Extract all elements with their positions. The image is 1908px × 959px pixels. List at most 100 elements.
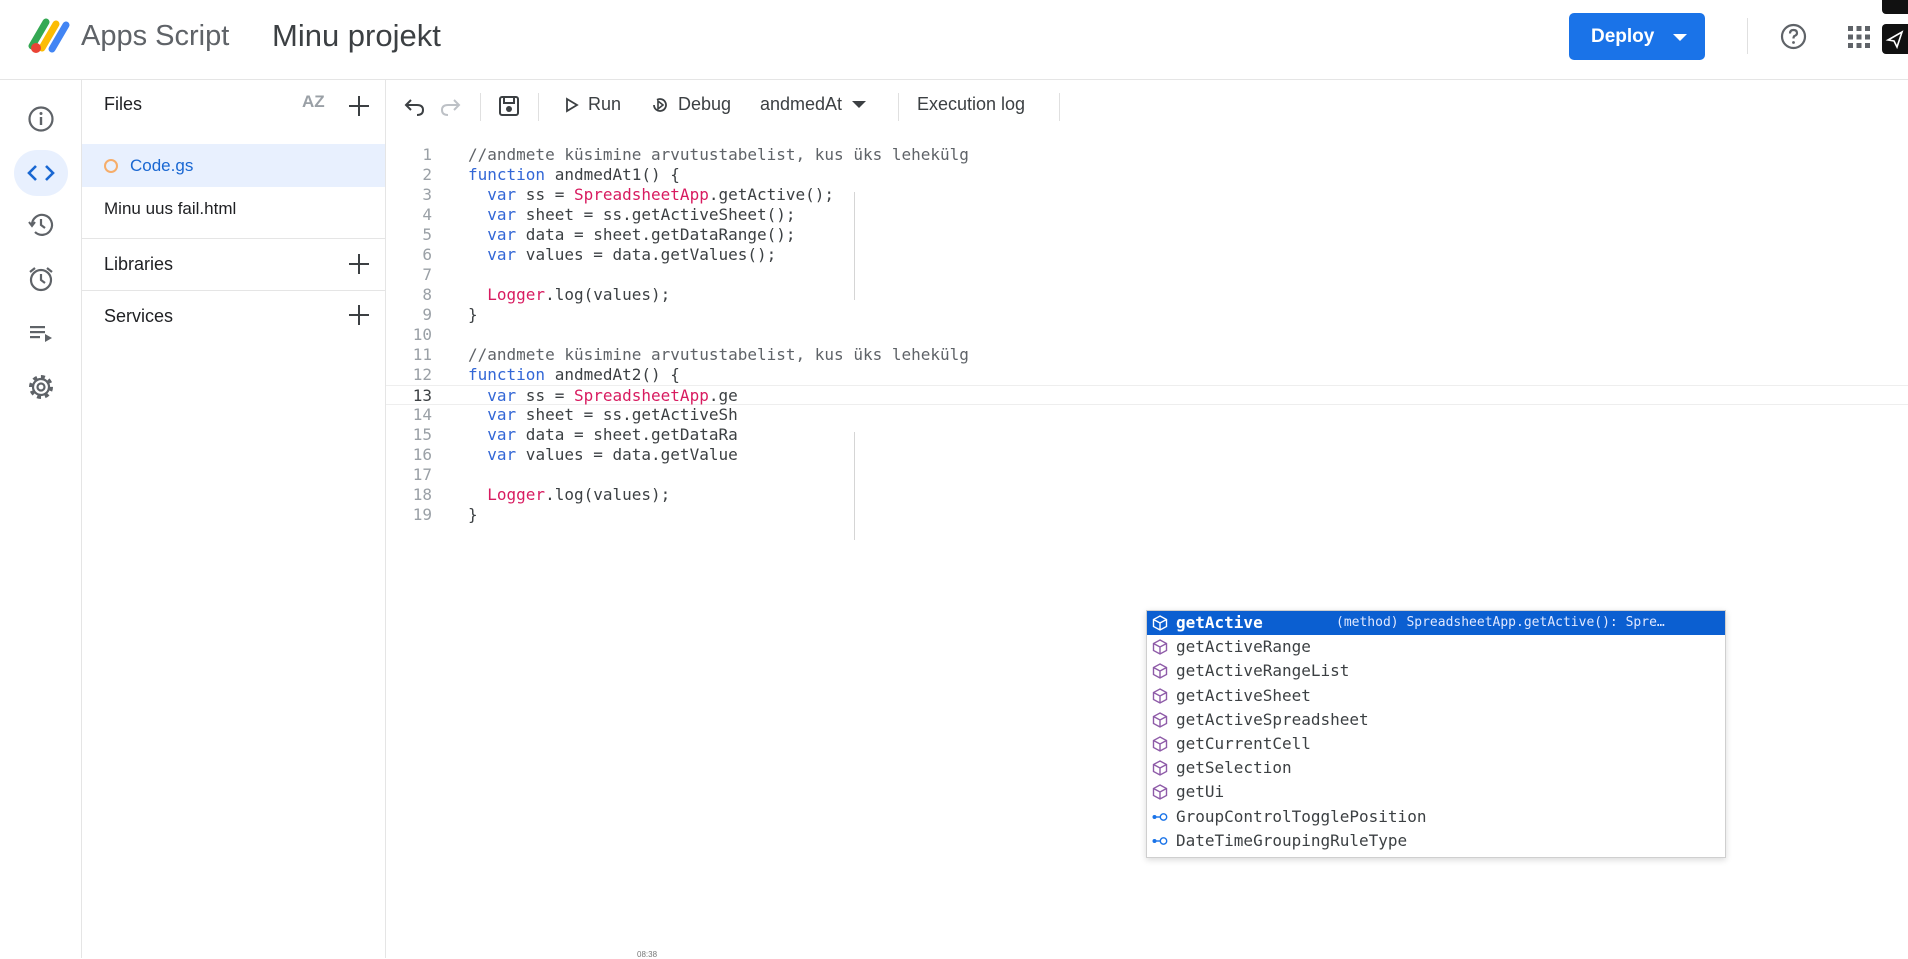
debug-icon <box>653 97 667 112</box>
line-number: 16 <box>412 445 432 464</box>
code-line[interactable]: 1 //andmete küsimine arvutustabelist, kus… <box>386 145 1908 165</box>
suggestion-item[interactable]: DateTimeGroupingRuleType <box>1147 829 1725 853</box>
code-line[interactable]: 9} <box>386 305 1908 325</box>
suggestion-item[interactable]: getCurrentCell <box>1147 732 1725 756</box>
line-code: Logger.log(values); <box>487 285 671 304</box>
suggestion-label: getActiveRange <box>1176 637 1311 657</box>
line-code: } <box>468 305 478 324</box>
line-number: 17 <box>412 465 432 484</box>
code-line[interactable]: 5 var data = sheet.getDataRange(); <box>386 225 1908 245</box>
function-select[interactable]: andmedAt <box>760 94 867 115</box>
send-icon <box>1885 30 1904 50</box>
code-line[interactable]: 19} <box>386 505 1908 525</box>
add-file-button[interactable] <box>348 95 370 117</box>
script-file-icon <box>104 158 118 173</box>
divider <box>480 93 481 121</box>
code-line[interactable]: 2 function andmedAt1() { <box>386 165 1908 185</box>
line-number: 14 <box>412 405 432 424</box>
execution-log-label: Execution log <box>917 94 1026 114</box>
play-icon <box>566 96 579 113</box>
gear-icon <box>29 375 53 399</box>
file-item-code-gs[interactable]: Code.gs <box>82 144 385 187</box>
method-cube-icon <box>1152 736 1168 752</box>
line-code: } <box>468 505 478 524</box>
sort-az-icon[interactable]: AZ <box>302 92 325 112</box>
line-number: 9 <box>422 305 432 324</box>
history-button[interactable] <box>14 202 68 248</box>
divider <box>1747 18 1748 54</box>
suggestion-item[interactable]: GroupControlTogglePosition <box>1147 805 1725 829</box>
code-line[interactable]: 6 var values = data.getValues(); <box>386 245 1908 265</box>
files-panel: Files AZ Code.gs Minu uus fail.html Libr… <box>82 80 386 958</box>
editor-button[interactable] <box>14 150 68 196</box>
code-line[interactable]: 14 var sheet = ss.getActiveSh <box>386 405 1908 425</box>
autocomplete-popup[interactable]: getActive (method) SpreadsheetApp.getActi… <box>1146 610 1726 858</box>
file-item-html[interactable]: Minu uus fail.html <box>82 187 385 230</box>
method-cube-icon <box>1152 639 1168 655</box>
save-icon[interactable] <box>498 95 520 117</box>
triggers-button[interactable] <box>14 256 68 302</box>
libraries-section[interactable]: Libraries <box>82 238 385 290</box>
run-button[interactable]: Run <box>564 94 621 115</box>
suggestion-item[interactable]: getSelection <box>1147 756 1725 780</box>
line-number: 3 <box>422 185 432 204</box>
info-icon <box>28 106 54 132</box>
code-line[interactable]: 4 var sheet = ss.getActiveSheet(); <box>386 205 1908 225</box>
services-section[interactable]: Services <box>82 290 385 342</box>
suggestion-item[interactable]: getActive (method) SpreadsheetApp.getActi… <box>1147 611 1725 635</box>
suggestion-item[interactable]: getUi <box>1147 780 1725 804</box>
suggestion-label: getActiveRangeList <box>1176 661 1350 681</box>
history-icon <box>28 213 54 236</box>
suggestion-item[interactable]: getActiveSheet <box>1147 684 1725 708</box>
line-number: 5 <box>422 225 432 244</box>
line-number: 7 <box>422 265 432 284</box>
overview-button[interactable] <box>14 96 68 142</box>
code-line[interactable]: 8 Logger.log(values); <box>386 285 1908 305</box>
debug-button[interactable]: Debug <box>650 94 731 115</box>
top-bar: Apps Script Minu projekt Deploy <box>0 0 1908 80</box>
code-line[interactable]: 16 var values = data.getValue <box>386 445 1908 465</box>
line-number: 6 <box>422 245 432 264</box>
overlay-control[interactable] <box>1882 0 1908 14</box>
add-library-button[interactable] <box>348 253 370 275</box>
settings-button[interactable] <box>14 364 68 410</box>
project-name[interactable]: Minu projekt <box>272 18 441 54</box>
add-service-button[interactable] <box>348 304 370 326</box>
suggestion-item[interactable]: getActiveRange <box>1147 635 1725 659</box>
line-number: 8 <box>422 285 432 304</box>
code-line[interactable]: 17 <box>386 465 1908 485</box>
code-line[interactable]: 10 <box>386 325 1908 345</box>
undo-icon[interactable] <box>403 95 425 117</box>
execution-log-button[interactable]: Execution log <box>917 94 1025 115</box>
code-line[interactable]: 12 function andmedAt2() { <box>386 365 1908 385</box>
share-overlay-button[interactable] <box>1882 24 1908 54</box>
code-line[interactable]: 3 var ss = SpreadsheetApp.getActive(); <box>386 185 1908 205</box>
suggestion-item[interactable]: getActiveRangeList <box>1147 659 1725 683</box>
line-number: 18 <box>412 485 432 504</box>
line-number: 10 <box>412 325 432 344</box>
code-line[interactable]: 18 Logger.log(values); <box>386 485 1908 505</box>
suggestion-label: DateTimeGroupingRuleType <box>1176 830 1408 850</box>
code-line[interactable]: 7 <box>386 265 1908 285</box>
divider <box>538 93 539 121</box>
line-number: 1 <box>422 145 432 164</box>
alarm-icon <box>29 267 53 292</box>
executions-button[interactable] <box>14 310 68 356</box>
editor-toolbar: Run Debug andmedAt Execution log <box>386 80 1908 132</box>
help-icon[interactable] <box>1780 23 1807 50</box>
code-line[interactable]: 15 var data = sheet.getDataRa <box>386 425 1908 445</box>
line-number: 12 <box>412 365 432 384</box>
apps-script-logo-icon[interactable] <box>28 16 72 56</box>
code-line[interactable]: 13 var ss = SpreadsheetApp.ge <box>386 385 1908 405</box>
suggestion-label: getUi <box>1176 782 1225 802</box>
redo-icon[interactable] <box>440 95 462 117</box>
suggestion-item[interactable]: getActiveSpreadsheet <box>1147 708 1725 732</box>
google-apps-icon[interactable] <box>1848 26 1870 48</box>
deploy-button[interactable]: Deploy <box>1569 13 1705 60</box>
app-name[interactable]: Apps Script <box>81 20 229 53</box>
suggestion-label: GroupControlTogglePosition <box>1176 806 1427 826</box>
file-label: Minu uus fail.html <box>104 198 237 218</box>
line-code: //andmete küsimine arvutustabelist, kus … <box>468 145 969 164</box>
code-editor[interactable]: 1 //andmete küsimine arvutustabelist, kus… <box>386 132 1908 958</box>
code-line[interactable]: 11 //andmete küsimine arvutustabelist, ku… <box>386 345 1908 365</box>
